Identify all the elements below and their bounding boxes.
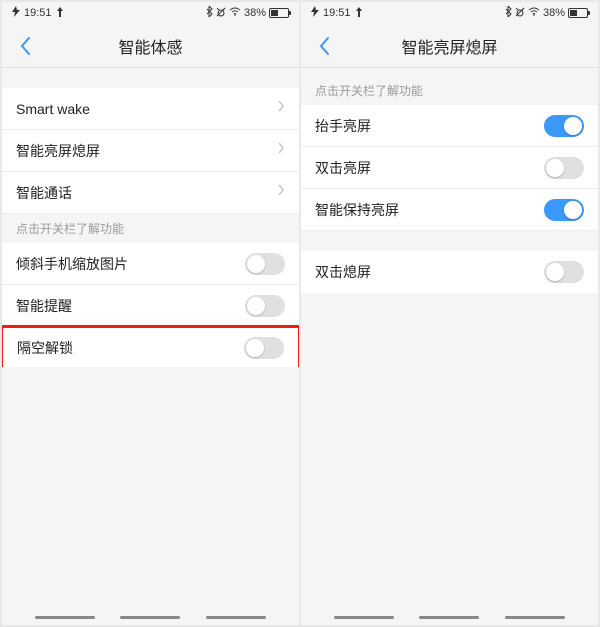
bluetooth-icon (206, 6, 213, 20)
toggle-row-smart-remind[interactable]: 智能提醒 (2, 285, 299, 327)
nav-pill[interactable] (334, 616, 394, 619)
nav-row-smart-screen[interactable]: 智能亮屏熄屏 (2, 130, 299, 172)
back-button[interactable] (309, 24, 339, 68)
nav-pill[interactable] (419, 616, 479, 619)
nav-row-smart-wake[interactable]: Smart wake (2, 88, 299, 130)
nav-header: 智能体感 (2, 24, 299, 68)
nav-pill[interactable] (505, 616, 565, 619)
back-button[interactable] (10, 24, 40, 68)
battery-pct: 38% (543, 7, 565, 19)
upload-icon (355, 7, 363, 20)
nav-header: 智能亮屏熄屏 (301, 24, 598, 68)
content: Smart wake 智能亮屏熄屏 智能通话 点击开关栏了解功能 倾斜手机缩放图… (2, 68, 299, 625)
bluetooth-icon (505, 6, 512, 20)
battery-charging-icon (12, 6, 20, 20)
toggle-switch[interactable] (544, 115, 584, 137)
phone-right: 19:51 38% 智能亮屏熄屏 点击开关栏了解功能 抬手 (301, 2, 598, 625)
chevron-right-icon (277, 141, 285, 160)
phone-left: 19:51 38% 智能体感 Smart wake (2, 2, 299, 625)
toggle-switch[interactable] (544, 157, 584, 179)
toggle-row-raise-wake[interactable]: 抬手亮屏 (301, 105, 598, 147)
toggle-row-air-unlock[interactable]: 隔空解锁 (2, 325, 299, 367)
row-label: 抬手亮屏 (315, 116, 371, 136)
row-label: 智能提醒 (16, 296, 72, 316)
nav-pill[interactable] (206, 616, 266, 619)
upload-icon (56, 7, 64, 20)
chevron-right-icon (277, 183, 285, 202)
battery-pct: 38% (244, 7, 266, 19)
toggle-row-tilt-zoom[interactable]: 倾斜手机缩放图片 (2, 243, 299, 285)
status-bar: 19:51 38% (301, 2, 598, 24)
nav-pill[interactable] (120, 616, 180, 619)
row-label: 倾斜手机缩放图片 (16, 254, 128, 274)
toggle-row-double-tap-sleep[interactable]: 双击熄屏 (301, 251, 598, 293)
section-header: 点击开关栏了解功能 (301, 68, 598, 105)
nav-row-smart-call[interactable]: 智能通话 (2, 172, 299, 214)
alarm-off-icon (515, 7, 525, 20)
status-time: 19:51 (24, 7, 52, 19)
row-label: 智能保持亮屏 (315, 200, 399, 220)
alarm-off-icon (216, 7, 226, 20)
chevron-right-icon (277, 99, 285, 118)
row-label: 隔空解锁 (17, 338, 73, 358)
row-label: 智能亮屏熄屏 (16, 141, 100, 161)
row-label: Smart wake (16, 101, 90, 117)
wifi-icon (229, 7, 241, 19)
page-title: 智能体感 (118, 34, 182, 58)
toggle-switch[interactable] (244, 337, 284, 359)
nav-bottom (301, 616, 598, 619)
status-time: 19:51 (323, 7, 351, 19)
row-label: 双击熄屏 (315, 262, 371, 282)
toggle-switch[interactable] (544, 199, 584, 221)
content: 点击开关栏了解功能 抬手亮屏 双击亮屏 智能保持亮屏 双击熄屏 (301, 68, 598, 625)
battery-charging-icon (311, 6, 319, 20)
status-bar: 19:51 38% (2, 2, 299, 24)
toggle-switch[interactable] (245, 253, 285, 275)
battery-icon (568, 8, 588, 18)
page-title: 智能亮屏熄屏 (401, 34, 497, 58)
row-label: 双击亮屏 (315, 158, 371, 178)
toggle-row-keep-screen-on[interactable]: 智能保持亮屏 (301, 189, 598, 231)
wifi-icon (528, 7, 540, 19)
nav-pill[interactable] (35, 616, 95, 619)
toggle-switch[interactable] (245, 295, 285, 317)
row-label: 智能通话 (16, 183, 72, 203)
chevron-left-icon (19, 36, 31, 56)
chevron-left-icon (318, 36, 330, 56)
toggle-switch[interactable] (544, 261, 584, 283)
section-header: 点击开关栏了解功能 (2, 214, 299, 243)
toggle-row-double-tap-wake[interactable]: 双击亮屏 (301, 147, 598, 189)
battery-icon (269, 8, 289, 18)
nav-bottom (2, 616, 299, 619)
